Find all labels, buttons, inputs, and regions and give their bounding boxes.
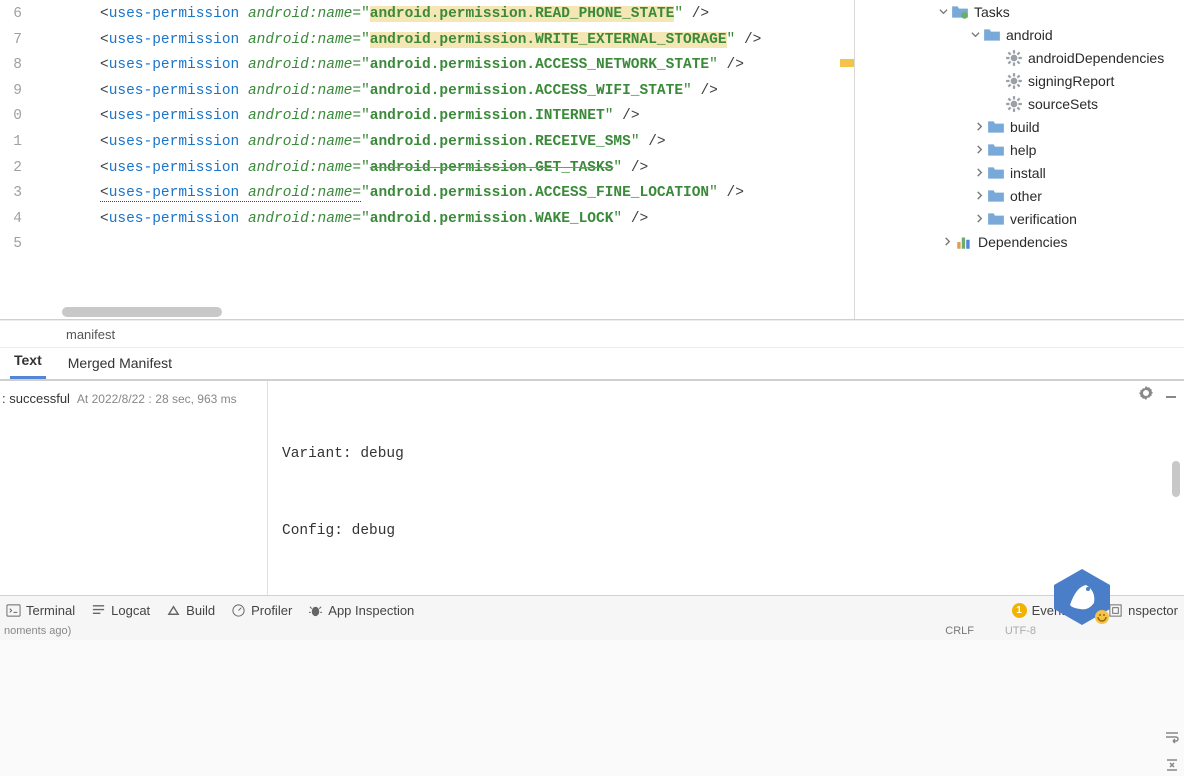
tree-task[interactable]: sourceSets <box>855 92 1184 115</box>
tree-folder[interactable]: help <box>855 138 1184 161</box>
tree-label: other <box>1010 188 1042 204</box>
bug-icon <box>308 603 323 618</box>
code-line: <uses-permission android:name="android.p… <box>30 28 854 54</box>
logcat-icon <box>91 603 106 618</box>
chevron-right-icon[interactable] <box>971 188 987 204</box>
chart-icon <box>955 233 973 251</box>
soft-wrap-icon[interactable] <box>1164 729 1180 745</box>
folder-icon <box>987 141 1005 159</box>
tree-label: Tasks <box>974 4 1010 20</box>
tree-folder[interactable]: verification <box>855 207 1184 230</box>
build-result: successful <box>9 391 70 406</box>
tree-label: help <box>1010 142 1036 158</box>
gear-icon <box>1005 49 1023 67</box>
tree-label: sourceSets <box>1028 96 1098 112</box>
output-v-scrollbar[interactable] <box>1170 391 1184 591</box>
tree-label: build <box>1010 119 1040 135</box>
tree-label: verification <box>1010 211 1077 227</box>
code-editor[interactable]: 6 7 8 9 0 1 2 3 4 5 <uses-permission and… <box>0 0 854 319</box>
code-line: <uses-permission android:name="android.p… <box>30 53 854 79</box>
code-line: <uses-permission android:name="android.p… <box>30 130 854 156</box>
watermark-bird-icon <box>1050 565 1114 629</box>
code-line <box>30 232 854 258</box>
code-line: <uses-permission android:name="android.p… <box>30 104 854 130</box>
folder-icon <box>951 3 969 21</box>
code-line: <uses-permission android:name="android.p… <box>30 207 854 233</box>
folder-icon <box>983 26 1001 44</box>
chevron-down-icon[interactable] <box>967 27 983 43</box>
tree-folder[interactable]: install <box>855 161 1184 184</box>
tree-dependencies[interactable]: Dependencies <box>855 230 1184 253</box>
gradle-panel[interactable]: Tasks android androidDependencies signing… <box>854 0 1184 319</box>
tab-merged-manifest[interactable]: Merged Manifest <box>64 349 176 379</box>
build-icon <box>166 603 181 618</box>
tree-folder[interactable]: build <box>855 115 1184 138</box>
tool-window-build[interactable]: Build <box>166 603 215 618</box>
chevron-right-icon[interactable] <box>971 142 987 158</box>
status-message: noments ago) CRLF UTF-8 <box>0 625 1184 640</box>
folder-icon <box>987 210 1005 228</box>
profiler-icon <box>231 603 246 618</box>
build-status-panel: : successful At 2022/8/22 : 28 sec, 963 … <box>0 381 268 595</box>
gear-icon <box>1005 95 1023 113</box>
code-line: <uses-permission android:name="android.p… <box>30 156 854 182</box>
breadcrumb[interactable]: manifest <box>0 320 1184 348</box>
tree-task[interactable]: androidDependencies <box>855 46 1184 69</box>
layout-inspector-button[interactable]: nspector <box>1108 603 1178 618</box>
chevron-right-icon[interactable] <box>939 234 955 250</box>
tab-text[interactable]: Text <box>10 346 46 379</box>
gear-icon <box>1005 72 1023 90</box>
code-line: <uses-permission android:name="android.p… <box>30 79 854 105</box>
tree-label: Dependencies <box>978 234 1068 250</box>
folder-icon <box>987 187 1005 205</box>
tree-tasks[interactable]: Tasks <box>855 0 1184 23</box>
chevron-right-icon[interactable] <box>971 119 987 135</box>
folder-icon <box>987 164 1005 182</box>
editor-h-scrollbar[interactable] <box>62 305 522 319</box>
tool-window-logcat[interactable]: Logcat <box>91 603 150 618</box>
tool-window-app-inspection[interactable]: App Inspection <box>308 603 414 618</box>
tree-folder[interactable]: other <box>855 184 1184 207</box>
code-line: <uses-permission android:name="android.p… <box>30 181 854 207</box>
tree-label: android <box>1006 27 1053 43</box>
tool-window-terminal[interactable]: Terminal <box>6 603 75 618</box>
line-sep-indicator[interactable]: CRLF <box>945 625 974 637</box>
terminal-icon <box>6 603 21 618</box>
editor-tabs: Text Merged Manifest <box>0 348 1184 380</box>
tree-android[interactable]: android <box>855 23 1184 46</box>
tool-window-profiler[interactable]: Profiler <box>231 603 292 618</box>
notification-badge: 1 <box>1012 603 1027 618</box>
tree-label: androidDependencies <box>1028 50 1164 66</box>
status-bar: Terminal Logcat Build Profiler App Inspe… <box>0 595 1184 625</box>
chevron-down-icon[interactable] <box>935 4 951 20</box>
scroll-to-end-icon[interactable] <box>1164 757 1180 773</box>
encoding-indicator[interactable]: UTF-8 <box>1005 625 1036 637</box>
build-output[interactable]: Variant: debug Config: debug Store: D:\A… <box>268 381 1184 595</box>
tree-label: install <box>1010 165 1046 181</box>
editor-marker <box>840 59 854 67</box>
chevron-right-icon[interactable] <box>971 165 987 181</box>
tree-label: signingReport <box>1028 73 1114 89</box>
tree-task[interactable]: signingReport <box>855 69 1184 92</box>
chevron-right-icon[interactable] <box>971 211 987 227</box>
folder-icon <box>987 118 1005 136</box>
code-line: <uses-permission android:name="android.p… <box>30 2 854 28</box>
editor-gutter: 6 7 8 9 0 1 2 3 4 5 <box>0 0 30 319</box>
